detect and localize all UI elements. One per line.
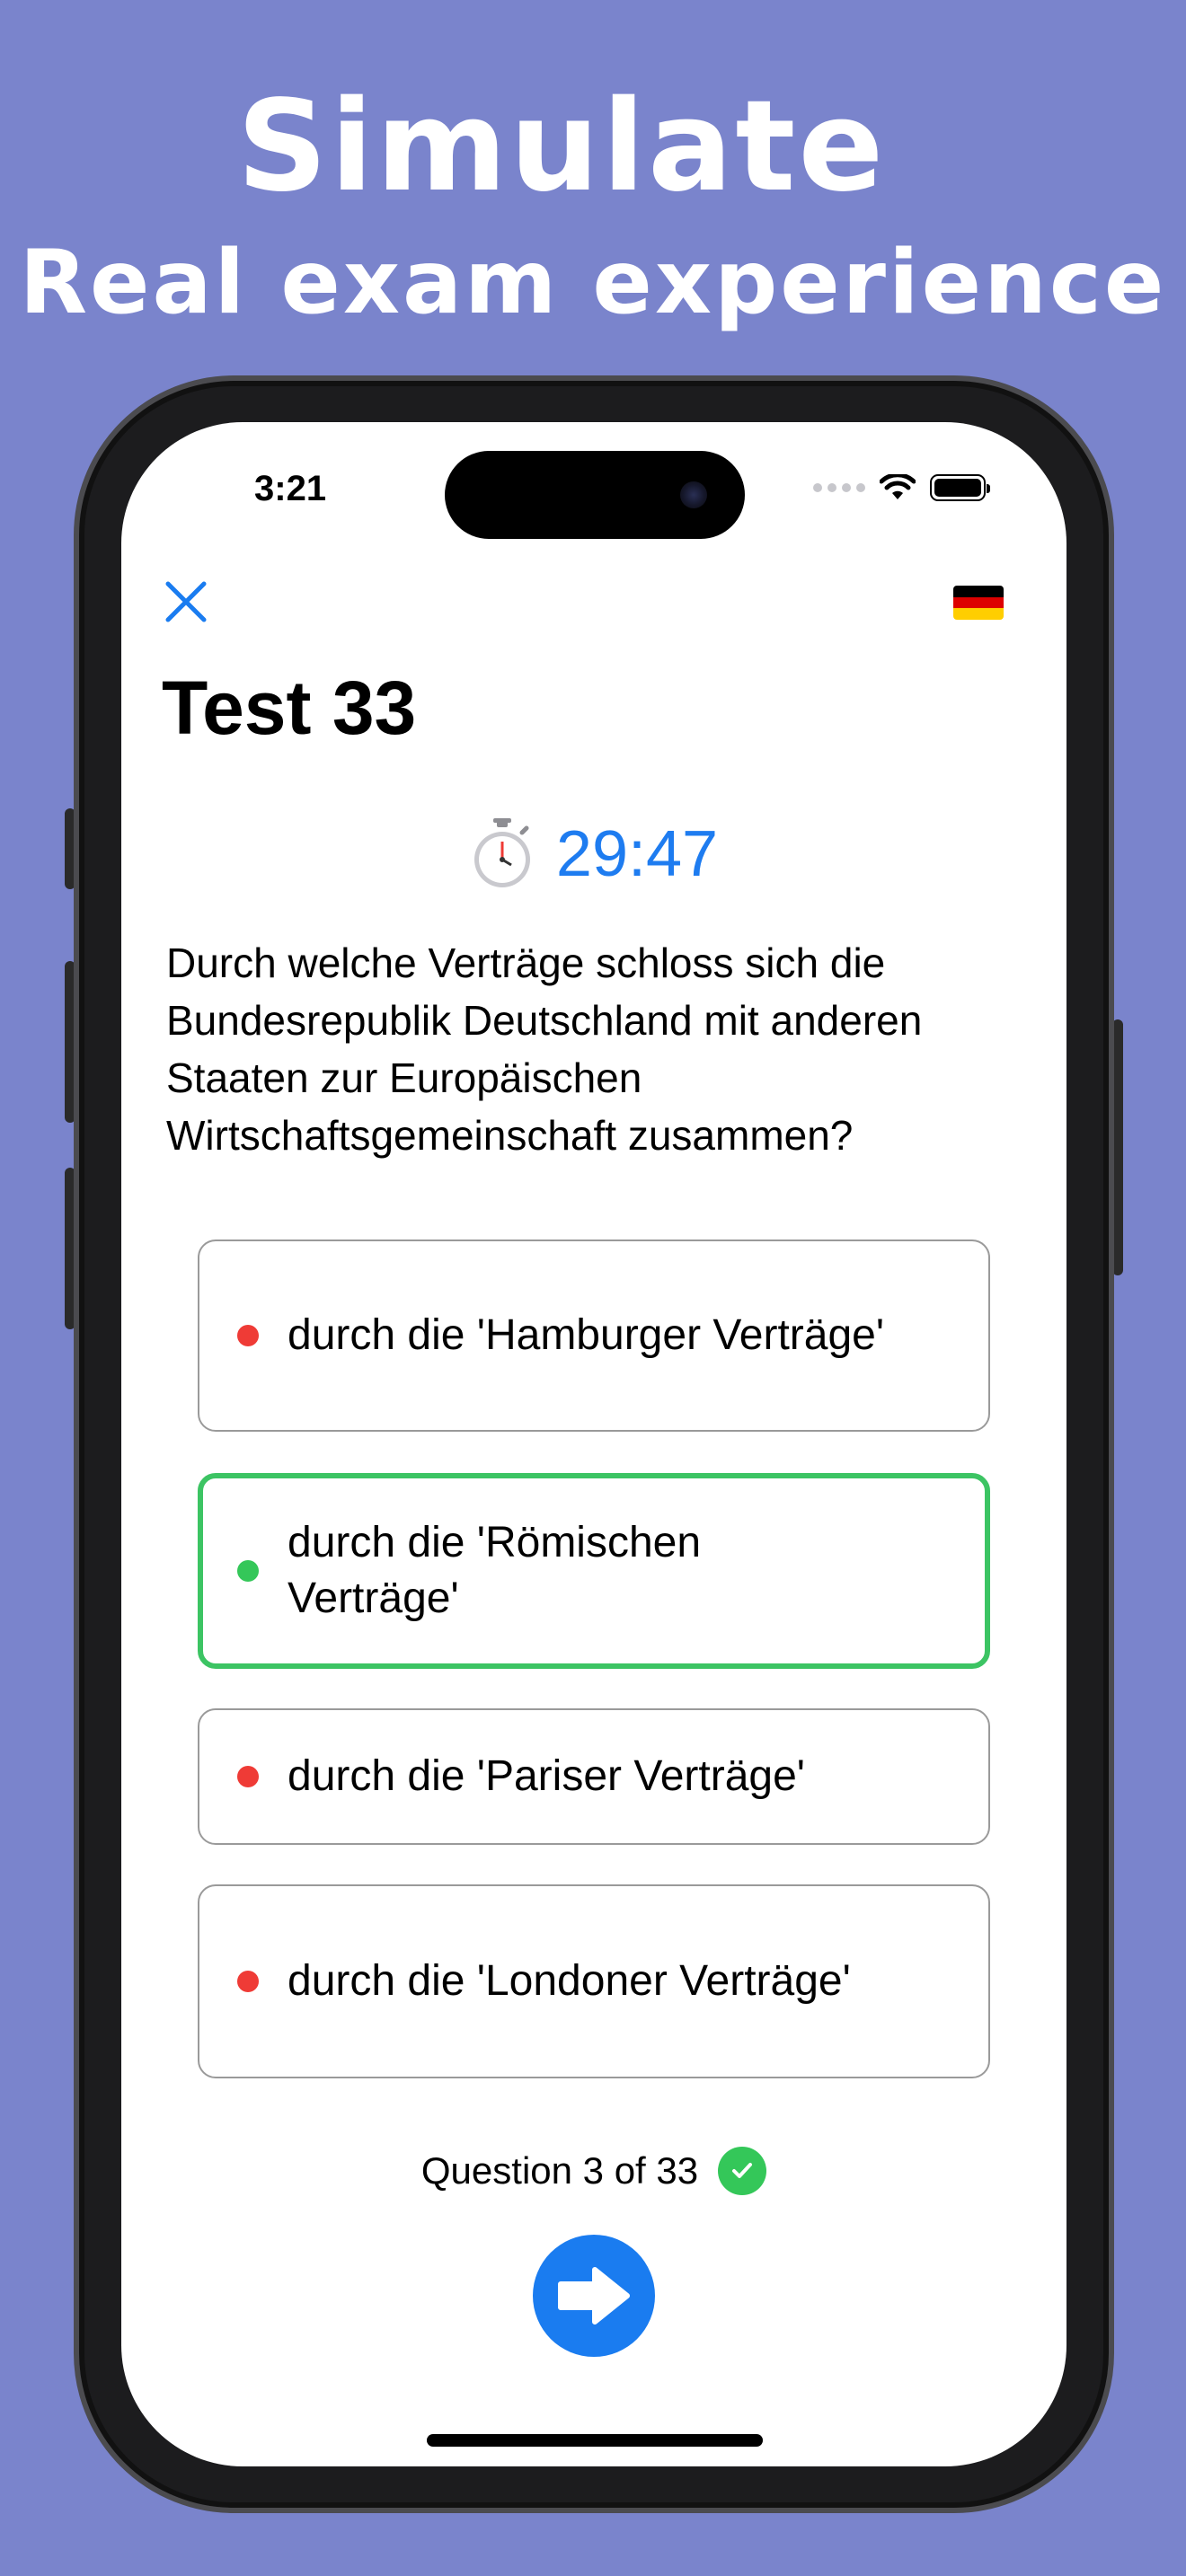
exam-timer: 29:47 — [121, 817, 1067, 891]
battery-icon — [930, 474, 990, 501]
promo-subheadline: Real exam experience — [19, 232, 1167, 334]
home-indicator — [427, 2434, 763, 2447]
status-dot — [237, 1766, 259, 1787]
germany-flag-icon[interactable] — [953, 586, 1004, 620]
status-icons — [813, 474, 990, 501]
checkmark-icon — [718, 2147, 767, 2195]
answer-option[interactable]: durch die 'Hamburger Verträge' — [198, 1239, 990, 1432]
answer-label: durch die 'Londoner Verträge' — [288, 1957, 851, 2005]
answer-label: durch die 'Hamburger Verträge' — [288, 1311, 885, 1359]
cellular-signal-icon — [813, 483, 865, 492]
answer-label: durch die 'Römischen Verträge' — [288, 1519, 702, 1622]
phone-screen: 3:21 Test 33 29:47 Durch welche Verträge… — [121, 422, 1067, 2466]
promo-headline: Simulate — [236, 74, 887, 220]
wifi-icon — [880, 474, 916, 499]
answer-option[interactable]: durch die 'Londoner Verträge' — [198, 1884, 990, 2078]
status-time: 3:21 — [254, 469, 327, 508]
page-title: Test 33 — [162, 666, 417, 750]
camera-icon — [680, 481, 707, 508]
answer-option-selected[interactable]: durch die 'Römischen Verträge' — [198, 1473, 990, 1669]
status-dot — [237, 1325, 259, 1346]
status-dot — [237, 1971, 259, 1992]
close-icon — [165, 581, 207, 622]
stopwatch-icon — [474, 818, 530, 887]
question-text: Durch welche Verträge schloss sich die B… — [166, 940, 923, 1159]
dynamic-island — [445, 451, 745, 539]
answer-label: durch die 'Pariser Verträge' — [288, 1752, 805, 1800]
progress-text: Question 3 of 33 — [420, 2149, 699, 2192]
status-dot — [237, 1560, 259, 1582]
next-question-button[interactable] — [533, 2235, 655, 2357]
close-button[interactable] — [159, 575, 213, 629]
question-progress: Question 3 of 33 — [121, 2147, 1067, 2195]
answer-option[interactable]: durch die 'Pariser Verträge' — [198, 1708, 990, 1845]
timer-value: 29:47 — [555, 818, 719, 890]
arrow-right-icon — [558, 2267, 630, 2325]
